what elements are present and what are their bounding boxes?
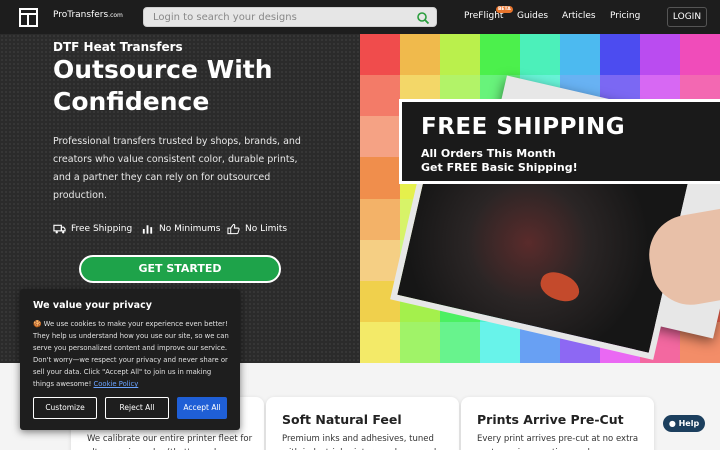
feature-free-shipping: Free Shipping bbox=[53, 223, 132, 235]
thumbs-up-icon bbox=[227, 223, 240, 235]
card-text: Premium inks and adhesives, tuned with i… bbox=[282, 434, 442, 450]
promo-title: FREE SHIPPING bbox=[421, 114, 626, 140]
color-swatch bbox=[560, 34, 600, 76]
nav-link-articles[interactable]: Articles bbox=[562, 11, 596, 21]
color-swatch bbox=[360, 198, 400, 240]
color-swatch bbox=[520, 34, 560, 76]
feature-card-pre-cut: Prints Arrive Pre-Cut Every print arrive… bbox=[461, 397, 654, 450]
promo-line-1: All Orders This Month bbox=[421, 147, 556, 160]
truck-icon bbox=[53, 224, 66, 234]
login-button[interactable]: LOGIN bbox=[667, 7, 707, 27]
logo-icon[interactable] bbox=[19, 8, 38, 27]
color-swatch bbox=[480, 34, 520, 76]
feature-card-soft-feel: Soft Natural Feel Premium inks and adhes… bbox=[266, 397, 459, 450]
nav-link-pricing[interactable]: Pricing bbox=[610, 11, 640, 21]
cookie-body-text: 🍪 We use cookies to make your experience… bbox=[33, 320, 229, 388]
color-swatch bbox=[680, 34, 720, 76]
beta-badge: BETA bbox=[496, 6, 513, 13]
help-icon: ● bbox=[668, 419, 676, 428]
card-title: Prints Arrive Pre-Cut bbox=[477, 412, 624, 427]
feature-label: No Limits bbox=[245, 224, 288, 234]
search-placeholder: Login to search your designs bbox=[153, 12, 297, 23]
feature-no-minimums: No Minimums bbox=[141, 223, 221, 235]
color-swatch bbox=[400, 34, 440, 76]
get-started-button[interactable]: GET STARTED bbox=[79, 255, 281, 283]
cookie-consent-banner: We value your privacy 🍪 We use cookies t… bbox=[20, 289, 240, 430]
color-swatch bbox=[600, 34, 640, 76]
color-swatch bbox=[360, 34, 400, 76]
feature-no-limits: No Limits bbox=[227, 223, 287, 235]
color-swatch bbox=[360, 321, 400, 363]
promo-line-2: Get FREE Basic Shipping! bbox=[421, 161, 578, 174]
nav-link-guides[interactable]: Guides bbox=[517, 11, 548, 21]
card-title: Soft Natural Feel bbox=[282, 412, 402, 427]
search-icon[interactable] bbox=[416, 11, 430, 25]
accept-all-button[interactable]: Accept All bbox=[177, 397, 227, 419]
help-button[interactable]: ● Help bbox=[663, 415, 705, 432]
customize-button[interactable]: Customize bbox=[33, 397, 97, 419]
card-text: We calibrate our entire printer fleet fo… bbox=[87, 434, 253, 450]
card-text: Every print arrives pre-cut at no extra … bbox=[477, 434, 639, 450]
help-label: Help bbox=[678, 419, 700, 428]
promo-banner: FREE SHIPPING All Orders This Month Get … bbox=[399, 99, 720, 184]
cookie-title: We value your privacy bbox=[33, 300, 152, 311]
promo-subtitle: All Orders This Month Get FREE Basic Shi… bbox=[421, 147, 578, 175]
cookie-body: 🍪 We use cookies to make your experience… bbox=[33, 318, 229, 390]
color-swatch bbox=[360, 116, 400, 158]
color-swatch bbox=[360, 239, 400, 281]
top-nav: ProTransfers.com Login to search your de… bbox=[0, 0, 720, 34]
hero-headline: Outsource With Confidence bbox=[53, 55, 273, 116]
color-swatch bbox=[360, 75, 400, 117]
color-swatch bbox=[400, 321, 440, 363]
color-swatch bbox=[440, 34, 480, 76]
feature-label: Free Shipping bbox=[71, 224, 133, 234]
hero-eyebrow: DTF Heat Transfers bbox=[53, 40, 183, 54]
search-input[interactable]: Login to search your designs bbox=[143, 7, 437, 27]
hero-description: Professional transfers trusted by shops,… bbox=[53, 136, 301, 201]
color-swatch bbox=[640, 34, 680, 76]
color-swatch bbox=[360, 157, 400, 199]
reject-all-button[interactable]: Reject All bbox=[105, 397, 169, 419]
color-swatch bbox=[440, 321, 480, 363]
feature-label: No Minimums bbox=[159, 224, 221, 234]
logo-text[interactable]: ProTransfers.com bbox=[53, 10, 123, 20]
bar-chart-icon bbox=[142, 225, 153, 234]
cookie-policy-link[interactable]: Cookie Policy bbox=[94, 380, 139, 388]
